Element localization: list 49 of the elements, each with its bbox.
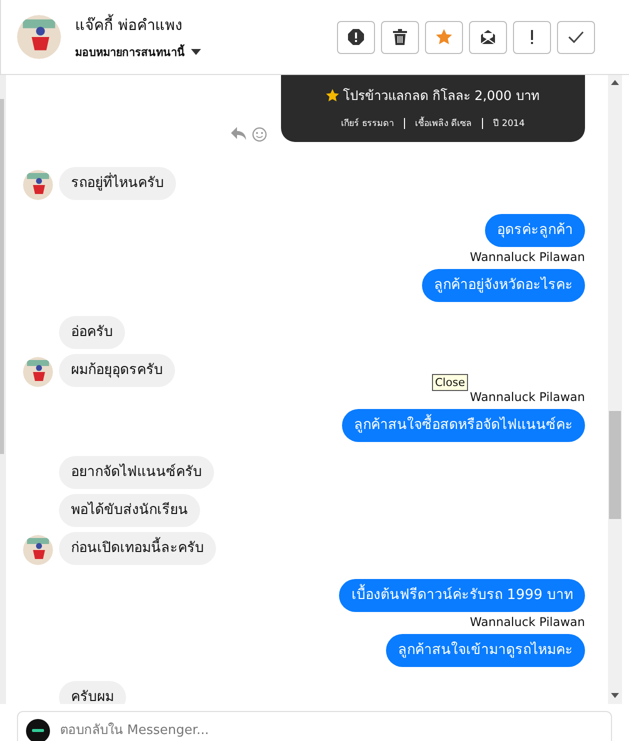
spam-button[interactable] [337, 20, 375, 54]
smiley-icon[interactable] [252, 127, 267, 142]
caret-icon [191, 49, 201, 55]
envelope-icon [480, 29, 496, 45]
message-bubble: อยากจัดไฟแนนซ์ครับ [59, 456, 214, 489]
message-bubble: ลูกค้าอยู่จังหวัดอะไรคะ [422, 269, 585, 302]
message-bubble: พอได้ขับส่งนักเรียน [59, 494, 200, 527]
spec-text: เกียร์ ธรรมดา [341, 117, 394, 130]
avatar [23, 357, 53, 387]
sender-name: Wannaluck Pilawan [470, 390, 585, 404]
star-button[interactable] [425, 20, 463, 54]
message-bubble: ลูกค้าสนใจซื้อสดหรือจัดไฟแนนซ์คะ [342, 409, 585, 442]
message-bubble: อุดรค่ะลูกค้า [485, 214, 585, 247]
scroll-down-icon[interactable] [611, 693, 619, 698]
trash-icon [393, 29, 407, 45]
message-bubble: เบื้องต้นฟรีดาวน์ค่ะรับรถ 1999 บาท [339, 579, 585, 612]
star-icon [436, 29, 452, 45]
star-icon [326, 89, 340, 102]
avatar [23, 170, 53, 200]
alert-octagon-icon [348, 29, 364, 45]
car-listing-card[interactable]: โปรข้าวแลกลด กิโลละ 2,000 บาท เกียร์ ธรรมดา เชื้อเพลิง ดีเซล ปี 2014 [281, 75, 585, 142]
unread-button[interactable] [469, 20, 507, 54]
message-bubble: ผมก้อยุอุดรครับ [59, 354, 175, 387]
check-icon [568, 31, 584, 43]
done-button[interactable] [557, 20, 595, 54]
reply-field[interactable]: ตอบกลับใน Messenger... [60, 719, 603, 741]
message-bubble: ก่อนเปิดเทอมนี้ละครับ [59, 532, 216, 565]
scrollbar-thumb[interactable] [0, 99, 4, 454]
avatar [23, 535, 53, 565]
message-bubble: รถอยู่ที่ไหนครับ [59, 167, 176, 200]
page-logo-icon [26, 719, 50, 741]
message-bubble: ครับผม [59, 681, 126, 704]
sender-name: Wannaluck Pilawan [470, 615, 585, 629]
tooltip: Close [432, 374, 468, 391]
reply-icon[interactable] [231, 127, 246, 140]
trash-button[interactable] [381, 20, 419, 54]
spec-text: ปี 2014 [492, 118, 525, 130]
message-bubble: ลูกค้าสนใจเข้ามาดูรถไหมคะ [386, 634, 585, 667]
exclamation-icon [530, 29, 534, 45]
spec-text: เชื้อเพลิง ดีเซล [415, 116, 472, 130]
promo-text: โปรข้าวแลกลด กิโลละ 2,000 บาท [343, 87, 540, 106]
scrollbar-thumb[interactable] [609, 411, 621, 519]
scroll-up-icon[interactable] [611, 80, 619, 85]
reply-box[interactable]: ตอบกลับใน Messenger... [17, 711, 612, 741]
contact-name: แจ๊คกี้ พ่อคำแพง [75, 13, 183, 36]
assign-dropdown[interactable]: มอบหมายการสนทนานี้ [75, 43, 201, 61]
sender-name: Wannaluck Pilawan [470, 250, 585, 264]
message-bubble: อ่อครับ [59, 316, 125, 349]
avatar [17, 15, 61, 59]
